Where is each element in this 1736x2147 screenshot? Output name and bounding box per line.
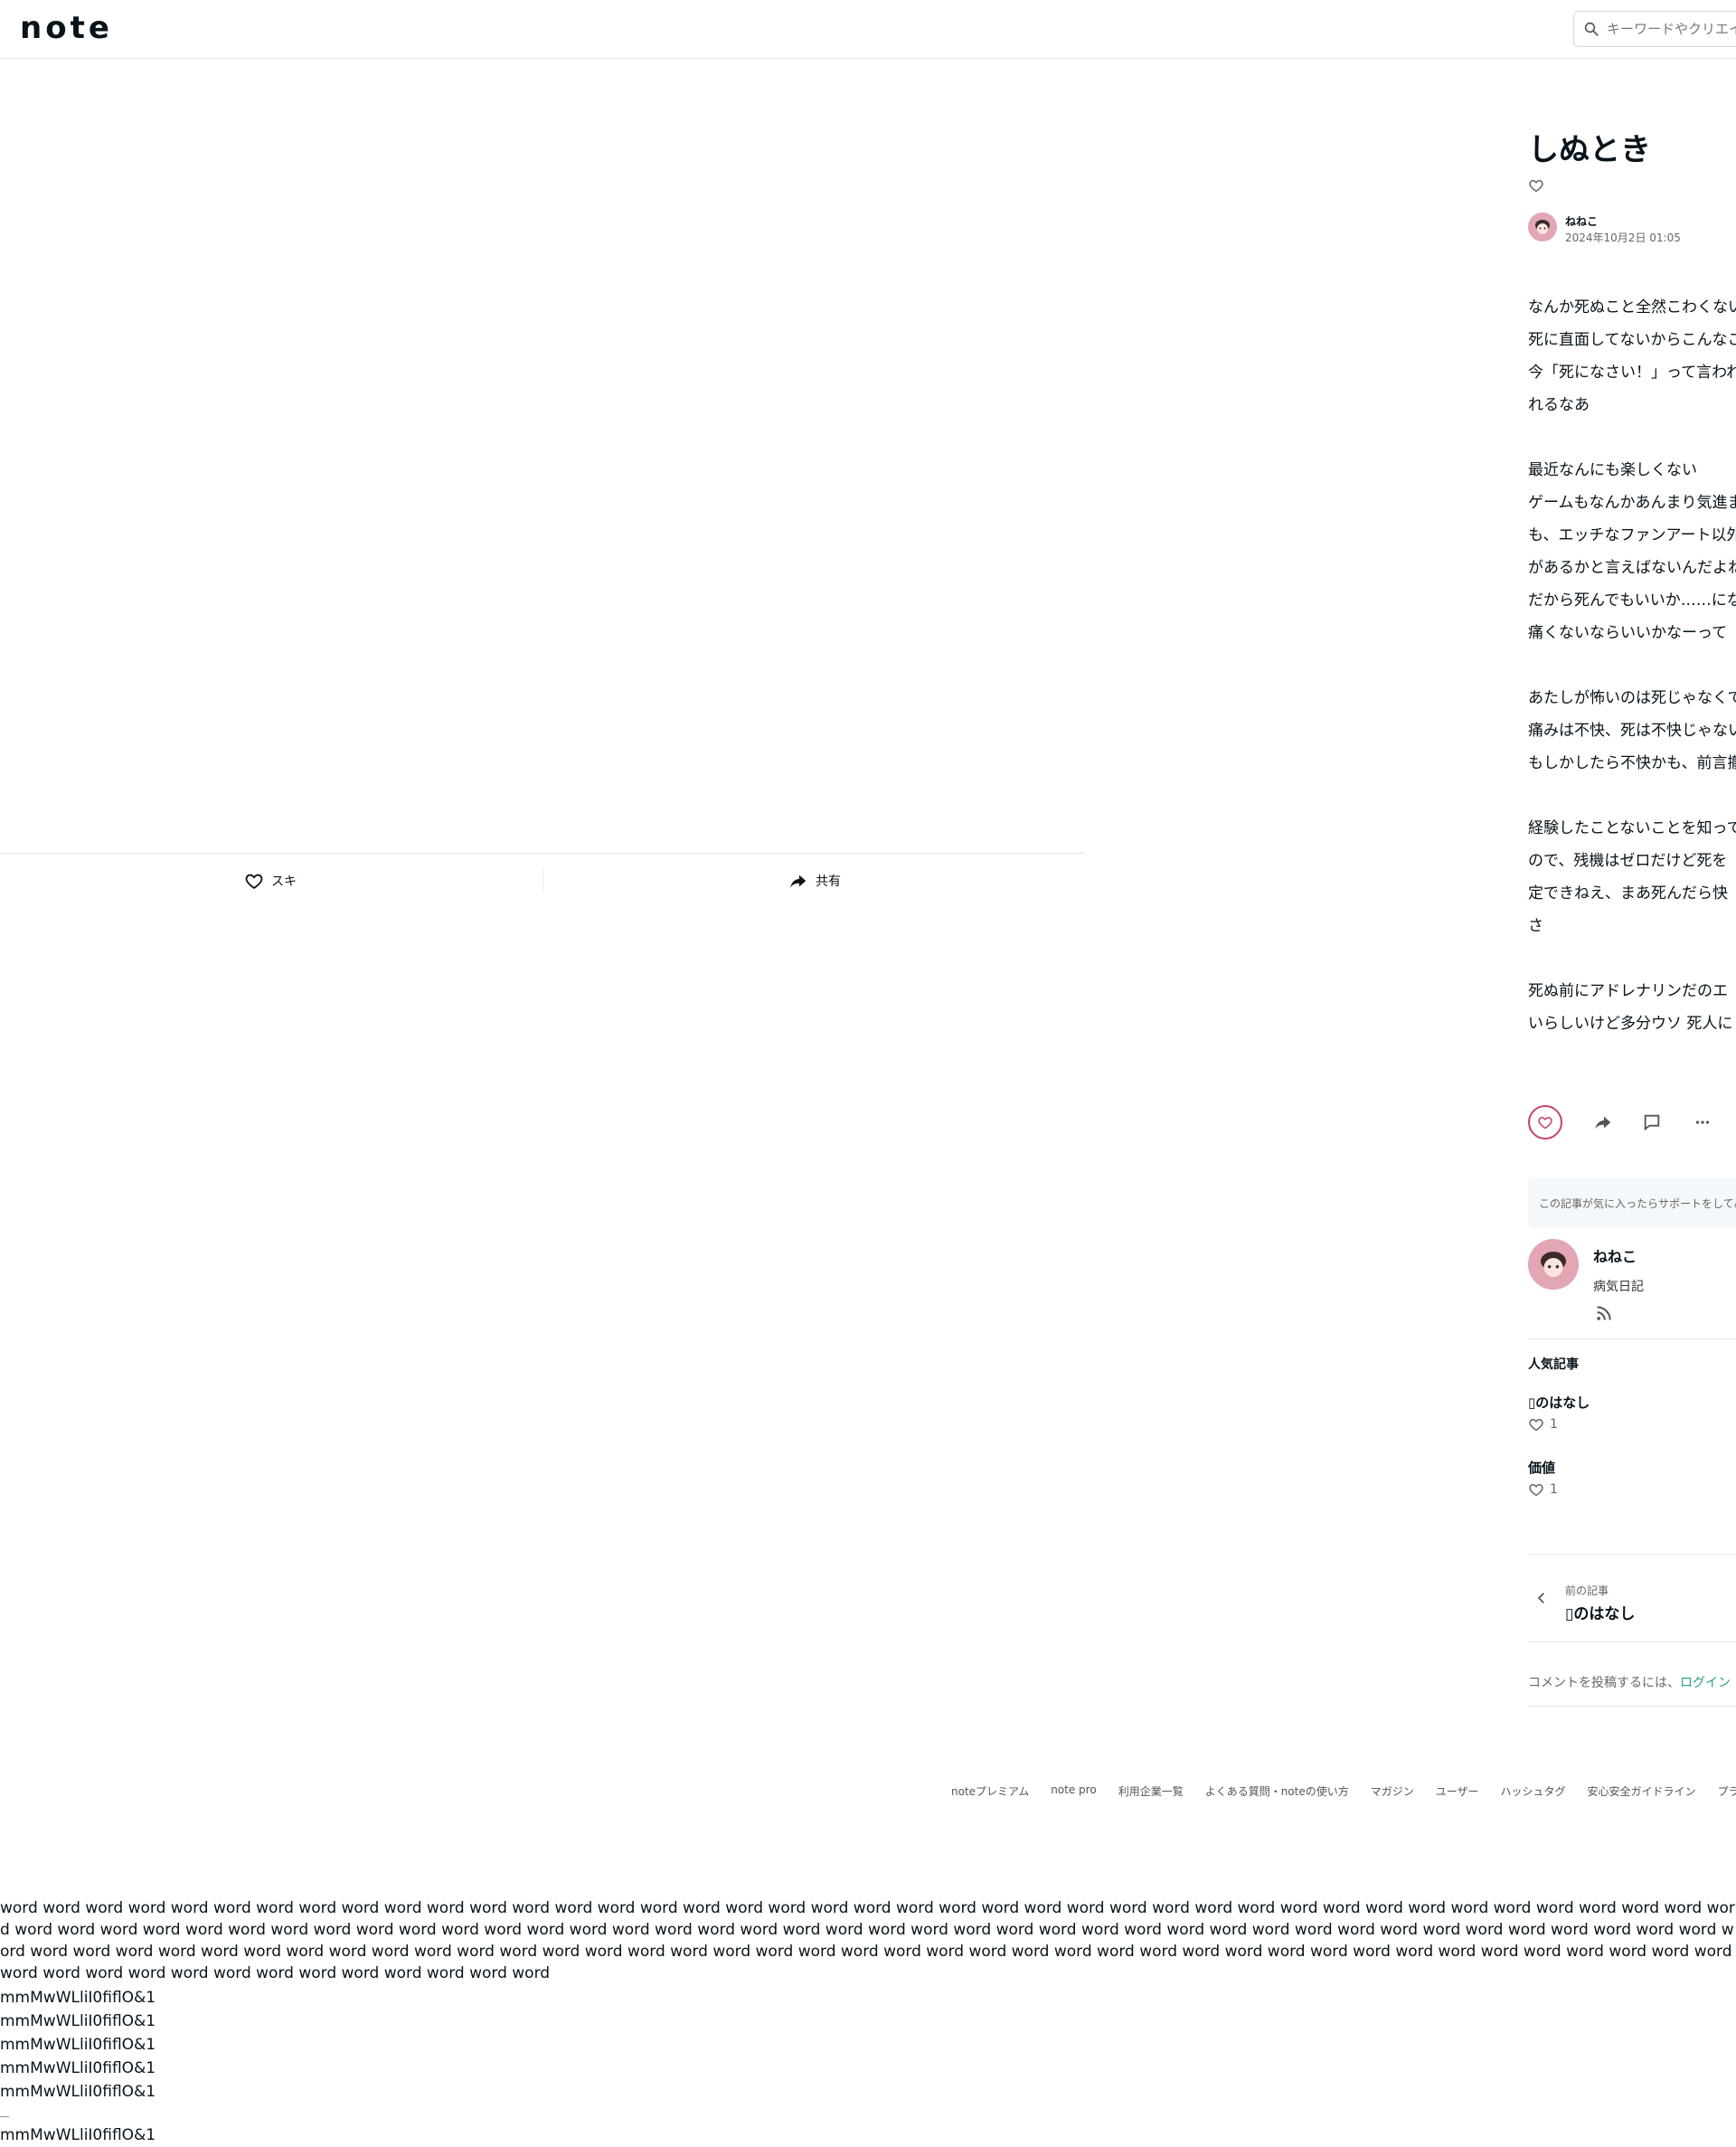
body-line: ので、残機はゼロだけど死を — [1528, 852, 1728, 870]
prev-article-title[interactable]: ▯のはなし — [1565, 1601, 1635, 1623]
search-icon — [1584, 22, 1599, 36]
body-line: さ — [1528, 917, 1543, 935]
share-button[interactable]: 共有 — [788, 866, 841, 895]
author-name[interactable]: ねねこ — [1565, 213, 1598, 229]
heart-icon — [1538, 1116, 1552, 1130]
body-line: あたしが怖いのは死じゃなくて — [1528, 689, 1736, 707]
heart-icon — [1529, 1418, 1543, 1432]
support-box[interactable]: この記事が気に入ったらサポートをしてみませんか？ — [1528, 1178, 1736, 1228]
comment-prompt: コメントを投稿するには、ログイン — [1528, 1676, 1731, 1690]
glyph-line: mmMwWLliI0fiflO&1 — [0, 2083, 156, 2101]
avatar[interactable] — [1528, 213, 1557, 241]
share-arrow-icon — [790, 875, 807, 888]
body-line: 定できねえ、まあ死んだら快 — [1528, 884, 1728, 903]
body-line: 痛くないならいいかなーって — [1528, 624, 1728, 642]
like-button[interactable]: スキ — [244, 866, 297, 895]
separator — [1528, 1706, 1736, 1707]
more-options-icon[interactable] — [1693, 1112, 1712, 1132]
rss-icon[interactable] — [1595, 1304, 1613, 1322]
avatar-illustration-icon — [1528, 1239, 1579, 1290]
avatar-illustration-icon — [1528, 213, 1557, 241]
separator — [1528, 1338, 1736, 1339]
test-words: word word word word word word word word … — [0, 1899, 1735, 1982]
footer-link[interactable]: 安心安全ガイドライン — [1588, 1783, 1696, 1799]
footer-link[interactable]: noteプレミアム — [951, 1783, 1029, 1799]
creator-avatar[interactable] — [1528, 1239, 1579, 1290]
separator — [1528, 1554, 1736, 1555]
body-line: 死ぬ前にアドレナリンだのエ — [1528, 982, 1728, 1000]
missing-glyph-icon: ▯ — [1565, 1605, 1574, 1623]
body-paragraph: なんか死ぬこと全然こわくないん 死に直面してないからこんなこと 今「死になさい！」っ… — [1528, 291, 1736, 421]
creator-description: 病気日記 — [1593, 1280, 1644, 1294]
prev-article-label: 前の記事 — [1565, 1584, 1609, 1597]
popular-item-title[interactable]: ▯のはなし — [1528, 1393, 1590, 1412]
body-line: だから死んでもいいか……にな — [1528, 591, 1736, 610]
heart-icon — [1529, 1483, 1543, 1497]
creator-name[interactable]: ねねこ — [1593, 1244, 1637, 1266]
body-line: も、エッチなファンアート以外に — [1528, 526, 1736, 544]
body-paragraph: 最近なんにも楽しくないゲームもなんかあんまり気進まないも、エッチなファンアート以… — [1528, 454, 1736, 649]
heart-icon[interactable] — [1528, 177, 1544, 194]
article-actions — [1528, 1105, 1736, 1141]
article-body: なんか死ぬこと全然こわくないん 死に直面してないからこんなこと 今「死になさい！」っ… — [1528, 291, 1736, 1073]
share-label: 共有 — [816, 875, 841, 889]
body-line: なんか死ぬこと全然こわくないん — [1528, 298, 1736, 317]
footer-link[interactable]: ハッシュタグ — [1501, 1783, 1566, 1799]
body-line: いらしいけど多分ウソ 死人に — [1528, 1015, 1733, 1033]
body-paragraph: あたしが怖いのは死じゃなくて 痛みは不快、死は不快じゃない もしかしたら不快かも、前… — [1528, 682, 1736, 780]
glyph-line: mmMwWLliI0fiflO&1 — [0, 2126, 156, 2144]
body-paragraph: 経験したことないことを知って ので、残機はゼロだけど死を 定できねえ、まあ死んだら快… — [1528, 812, 1736, 942]
body-line: もしかしたら不快かも、前言撤回 — [1528, 754, 1736, 772]
action-bar-divider — [0, 853, 1085, 854]
footer-link[interactable]: 利用企業一覧 — [1118, 1783, 1184, 1799]
like-label: スキ — [271, 875, 297, 889]
body-line: 最近なんにも楽しくない — [1528, 461, 1697, 479]
search-input[interactable] — [1607, 12, 1736, 46]
publish-date: 2024年10月2日 01:05 — [1565, 232, 1681, 244]
body-line: ゲームもなんかあんまり気進まない — [1528, 494, 1736, 512]
chevron-left-icon[interactable] — [1533, 1590, 1550, 1606]
share-arrow-icon[interactable] — [1593, 1112, 1613, 1132]
bar-divider — [542, 870, 543, 890]
popular-heading: 人気記事 — [1528, 1357, 1579, 1372]
footer-link[interactable]: ユーザー — [1436, 1783, 1479, 1799]
body-line: れるなあ — [1528, 396, 1590, 414]
footer-links: noteプレミアム note pro 利用企業一覧 よくある質問・noteの使い方 マガ… — [951, 1783, 1736, 1799]
glyph-lines: mmMwWLliI0fiflO&1 mmMwWLliI0fiflO&1 mmMwWL… — [0, 1986, 156, 2104]
top-header: note — [0, 0, 1736, 59]
footer-link[interactable]: よくある質問・noteの使い方 — [1205, 1783, 1349, 1799]
login-link[interactable]: ログイン — [1680, 1676, 1731, 1690]
search-box[interactable] — [1573, 11, 1736, 47]
body-paragraph: 死ぬ前にアドレナリンだのエ いらしいけど多分ウソ 死人に — [1528, 975, 1736, 1040]
glyph-line: mmMwWLliI0fiflO&1 — [0, 2059, 156, 2077]
heart-icon — [245, 874, 263, 889]
glyph-line: mmMwWLliI0fiflO&1 — [0, 2012, 156, 2030]
footer-link[interactable]: プライバシー — [1718, 1783, 1736, 1799]
popular-item-title[interactable]: 価値 — [1528, 1458, 1555, 1477]
body-line: 今「死になさい！」って言われたら — [1528, 364, 1736, 382]
popular-item-likes: 1 — [1528, 1416, 1558, 1433]
glyph-line: mmMwWLliI0fiflO&1 — [0, 2036, 156, 2054]
like-button-circle[interactable] — [1528, 1105, 1562, 1140]
support-text: この記事が気に入ったらサポートをしてみませんか？ — [1539, 1197, 1736, 1210]
body-line: があるかと言えばないんだよね — [1528, 559, 1736, 577]
comment-icon[interactable] — [1642, 1112, 1662, 1132]
note-logo[interactable]: note — [20, 13, 113, 43]
footer-link[interactable]: note pro — [1051, 1783, 1096, 1799]
body-line: 痛みは不快、死は不快じゃない — [1528, 722, 1736, 740]
divider — [0, 2116, 9, 2117]
article-title: しぬとき — [1528, 132, 1651, 168]
body-line: 死に直面してないからこんなこと — [1528, 331, 1736, 349]
body-line: 経験したことないことを知って — [1528, 819, 1736, 837]
popular-item-likes: 1 — [1528, 1481, 1558, 1498]
footer-link[interactable]: マガジン — [1371, 1783, 1414, 1799]
glyph-line: mmMwWLliI0fiflO&1 — [0, 1989, 156, 2007]
separator — [1528, 1641, 1736, 1642]
